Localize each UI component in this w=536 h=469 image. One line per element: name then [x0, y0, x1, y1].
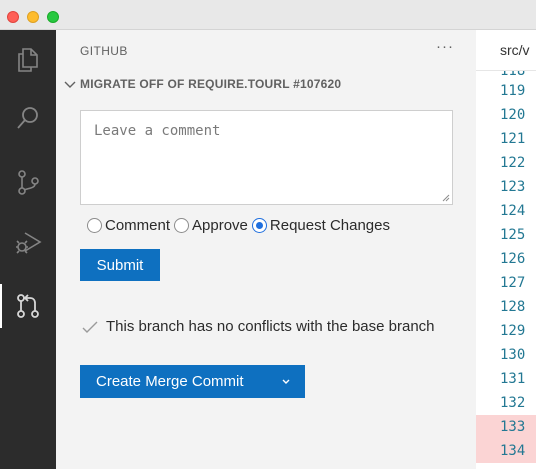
- line-number: 133: [476, 415, 536, 439]
- pull-request-title: MIGRATE OFF OF REQUIRE.TOURL #107620: [80, 77, 342, 91]
- line-number: 134: [476, 439, 536, 463]
- line-number: 119: [500, 83, 526, 99]
- zoom-window-button[interactable]: [47, 11, 59, 23]
- radio-request-changes[interactable]: [251, 218, 267, 233]
- pull-request-icon: [17, 294, 39, 318]
- editor-area: src/v 118 119 120 121 122 123 124 125 126 127 128 1…: [476, 30, 536, 469]
- source-control-button[interactable]: [0, 158, 56, 206]
- radio-comment-label: Comment: [105, 217, 171, 234]
- line-number: 128: [500, 299, 526, 315]
- review-option-comment[interactable]: Comment: [87, 217, 170, 234]
- more-actions-button[interactable]: ···: [436, 38, 454, 55]
- line-number: 125: [500, 227, 526, 243]
- editor-tab[interactable]: src/v: [476, 30, 536, 71]
- sidebar-title: GITHUB: [80, 44, 128, 58]
- review-option-request-changes[interactable]: Request Changes: [251, 217, 390, 234]
- radio-approve[interactable]: [174, 218, 190, 233]
- radio-request-changes-label: Request Changes: [269, 217, 390, 234]
- review-options: Comment Approve Request Changes: [87, 217, 394, 234]
- radio-comment[interactable]: [87, 218, 102, 233]
- line-number: 122: [500, 155, 526, 171]
- create-merge-commit-button[interactable]: Create Merge Commit: [80, 365, 305, 398]
- run-debug-icon: [16, 232, 42, 254]
- merge-status-text: This branch has no conflicts with the ba…: [106, 318, 435, 335]
- activity-bar: [0, 30, 56, 469]
- github-sidebar: GITHUB ··· MIGRATE OFF OF REQUIRE.TOURL …: [56, 30, 476, 469]
- run-debug-button[interactable]: [0, 218, 56, 266]
- merge-button-label: Create Merge Commit: [96, 373, 244, 390]
- pull-requests-button[interactable]: [0, 282, 56, 330]
- resize-grip-icon[interactable]: [442, 194, 450, 202]
- search-button[interactable]: [0, 94, 56, 142]
- line-number: 127: [500, 275, 526, 291]
- files-icon: [18, 48, 38, 72]
- pull-request-section-header[interactable]: MIGRATE OFF OF REQUIRE.TOURL #107620: [62, 76, 341, 92]
- check-icon: [82, 321, 98, 333]
- chevron-down-icon[interactable]: [281, 376, 291, 386]
- merge-status: This branch has no conflicts with the ba…: [80, 318, 440, 336]
- line-number-gutter: 118 119 120 121 122 123 124 125 126 127 128 129 130 1…: [476, 71, 536, 463]
- line-number: 131: [500, 371, 526, 387]
- submit-review-button[interactable]: Submit: [80, 249, 160, 281]
- title-bar: [0, 0, 536, 30]
- line-number: 121: [500, 131, 526, 147]
- comment-placeholder: Leave a comment: [94, 123, 221, 139]
- chevron-down-icon: [64, 81, 76, 88]
- minimize-window-button[interactable]: [27, 11, 39, 23]
- source-control-icon: [18, 170, 39, 195]
- line-number: 130: [500, 347, 526, 363]
- line-number: 129: [500, 323, 526, 339]
- line-number: 124: [500, 203, 526, 219]
- radio-approve-label: Approve: [192, 217, 248, 234]
- search-icon: [17, 107, 38, 129]
- line-number: 123: [500, 179, 526, 195]
- line-number: 126: [500, 251, 526, 267]
- line-number: 120: [500, 107, 526, 123]
- explorer-button[interactable]: [0, 36, 56, 84]
- line-number: 132: [500, 395, 526, 411]
- line-number: 118: [500, 71, 526, 79]
- comment-textarea[interactable]: Leave a comment: [80, 110, 453, 205]
- review-option-approve[interactable]: Approve: [174, 217, 248, 234]
- close-window-button[interactable]: [7, 11, 19, 23]
